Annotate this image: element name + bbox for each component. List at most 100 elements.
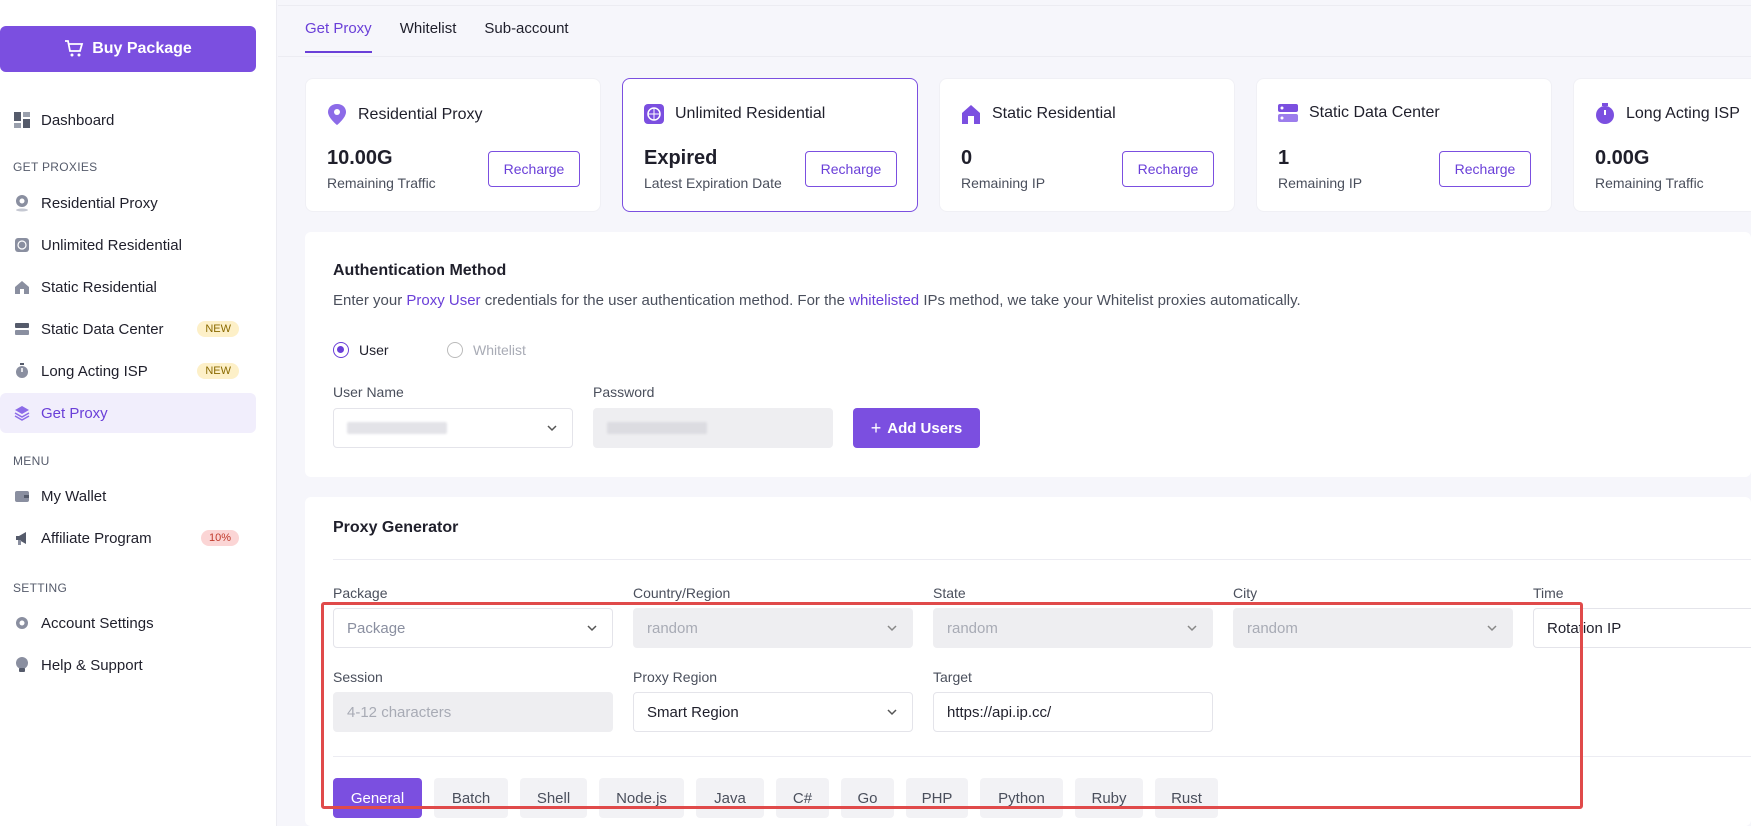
radio-whitelist[interactable]: Whitelist <box>447 342 526 358</box>
password-label: Password <box>593 384 655 400</box>
section-menu: MENU <box>13 454 50 468</box>
card-static-residential[interactable]: Static Residential 0 Remaining IP Rechar… <box>939 78 1235 212</box>
sidebar-item-my-wallet[interactable]: My Wallet <box>0 476 256 516</box>
tab-get-proxy[interactable]: Get Proxy <box>305 20 372 53</box>
sidebar-item-unlimited-residential[interactable]: Unlimited Residential <box>0 225 256 265</box>
sidebar-item-account-settings[interactable]: Account Settings <box>0 603 256 643</box>
layers-icon <box>13 404 31 422</box>
sidebar-item-long-acting-isp[interactable]: Long Acting ISP NEW <box>0 351 256 391</box>
sidebar-item-help-support[interactable]: Help & Support <box>0 645 256 685</box>
card-title: Unlimited Residential <box>643 103 825 125</box>
house-icon <box>13 278 31 296</box>
time-label: Time <box>1533 585 1564 601</box>
card-static-data-center[interactable]: Static Data Center 1 Remaining IP Rechar… <box>1256 78 1552 212</box>
sidebar-item-label: Dashboard <box>41 111 115 129</box>
card-title-text: Unlimited Residential <box>675 105 826 122</box>
auth-description: Enter your Proxy User credentials for th… <box>333 292 1301 309</box>
whitelisted-link[interactable]: whitelisted <box>849 292 919 309</box>
card-value: 1 <box>1278 147 1290 169</box>
stopwatch-icon <box>13 362 31 380</box>
sidebar-item-label: Get Proxy <box>41 404 108 422</box>
new-badge: NEW <box>197 363 239 379</box>
lang-tab-java[interactable]: Java <box>696 778 764 818</box>
recharge-button[interactable]: Recharge <box>805 151 897 187</box>
sidebar-item-get-proxy[interactable]: Get Proxy <box>0 393 256 433</box>
card-subtitle: Remaining IP <box>961 175 1046 191</box>
main-tabs: Get Proxy Whitelist Sub-account <box>305 20 569 53</box>
state-select[interactable]: random <box>933 608 1213 648</box>
lightbulb-icon <box>13 656 31 674</box>
radio-label: User <box>359 342 389 358</box>
target-label: Target <box>933 669 972 685</box>
tab-whitelist[interactable]: Whitelist <box>400 20 457 53</box>
buy-package-button[interactable]: Buy Package <box>0 26 256 72</box>
card-title-text: Static Data Center <box>1309 104 1440 121</box>
package-select[interactable]: Package <box>333 608 613 648</box>
city-select[interactable]: random <box>1233 608 1513 648</box>
card-subtitle: Remaining IP <box>1278 175 1363 191</box>
target-input[interactable]: https://api.ip.cc/ <box>933 692 1213 732</box>
card-long-acting-isp[interactable]: Long Acting ISP 0.00G Remaining Traffic <box>1573 78 1751 212</box>
sidebar-item-label: Static Data Center <box>41 320 164 338</box>
server-icon <box>13 320 31 338</box>
chevron-down-icon <box>887 709 897 716</box>
lang-tab-rust[interactable]: Rust <box>1155 778 1218 818</box>
card-title: Residential Proxy <box>326 103 483 127</box>
lang-tab-batch[interactable]: Batch <box>434 778 508 818</box>
lang-tab-php[interactable]: PHP <box>906 778 968 818</box>
location-pin-icon <box>328 104 346 125</box>
redacted-value <box>607 422 707 434</box>
password-field[interactable] <box>593 408 833 448</box>
card-residential-proxy[interactable]: Residential Proxy 10.00G Remaining Traff… <box>305 78 601 212</box>
chevron-down-icon <box>1187 625 1197 632</box>
recharge-button[interactable]: Recharge <box>1439 151 1531 187</box>
lang-tab-go[interactable]: Go <box>841 778 894 818</box>
card-value: 0 <box>961 147 973 169</box>
lang-tab-nodejs[interactable]: Node.js <box>599 778 684 818</box>
recharge-button[interactable]: Recharge <box>1122 151 1214 187</box>
sidebar-item-label: Help & Support <box>41 656 143 674</box>
session-input[interactable]: 4-12 characters <box>333 692 613 732</box>
username-select[interactable] <box>333 408 573 448</box>
lang-tab-python[interactable]: Python <box>980 778 1063 818</box>
stopwatch-icon <box>1596 103 1614 124</box>
lang-tab-general[interactable]: General <box>333 778 422 818</box>
proxy-user-link[interactable]: Proxy User <box>406 292 480 309</box>
lang-tab-ruby[interactable]: Ruby <box>1075 778 1143 818</box>
recharge-button[interactable]: Recharge <box>488 151 580 187</box>
cart-icon <box>65 40 84 57</box>
sidebar-item-static-residential[interactable]: Static Residential <box>0 267 256 307</box>
auth-panel: Authentication Method Enter your Proxy U… <box>305 232 1751 477</box>
sidebar-item-affiliate-program[interactable]: Affiliate Program 10% <box>0 518 256 558</box>
sidebar-item-label: Residential Proxy <box>41 194 158 212</box>
target-value: https://api.ip.cc/ <box>947 703 1052 721</box>
chevron-down-icon <box>887 625 897 632</box>
country-select[interactable]: random <box>633 608 913 648</box>
lang-tab-csharp[interactable]: C# <box>776 778 829 818</box>
add-users-button[interactable]: + Add Users <box>853 408 980 448</box>
tabs-divider <box>278 56 1751 57</box>
location-pin-icon <box>13 194 31 212</box>
time-select[interactable]: Rotation IP <box>1533 608 1751 648</box>
radio-dot <box>333 342 349 358</box>
card-title: Static Residential <box>960 103 1116 125</box>
card-subtitle: Remaining Traffic <box>327 175 436 191</box>
tab-sub-account[interactable]: Sub-account <box>484 20 568 53</box>
sidebar-item-label: Account Settings <box>41 614 154 632</box>
sidebar-item-dashboard[interactable]: Dashboard <box>0 100 256 140</box>
package-placeholder: Package <box>347 619 406 637</box>
card-unlimited-residential[interactable]: Unlimited Residential Expired Latest Exp… <box>622 78 918 212</box>
desc-text: Enter your <box>333 292 407 309</box>
username-label: User Name <box>333 384 404 400</box>
card-value: 0.00G <box>1595 147 1650 169</box>
proxy-region-select[interactable]: Smart Region <box>633 692 913 732</box>
sidebar-item-static-data-center[interactable]: Static Data Center NEW <box>0 309 256 349</box>
sidebar-item-label: My Wallet <box>41 487 107 505</box>
sidebar-item-residential-proxy[interactable]: Residential Proxy <box>0 183 256 223</box>
sidebar-item-label: Unlimited Residential <box>41 236 182 254</box>
chevron-down-icon <box>547 425 557 432</box>
radio-user[interactable]: User <box>333 342 389 358</box>
sidebar-item-label: Static Residential <box>41 278 157 296</box>
radio-label: Whitelist <box>473 342 526 358</box>
lang-tab-shell[interactable]: Shell <box>520 778 587 818</box>
